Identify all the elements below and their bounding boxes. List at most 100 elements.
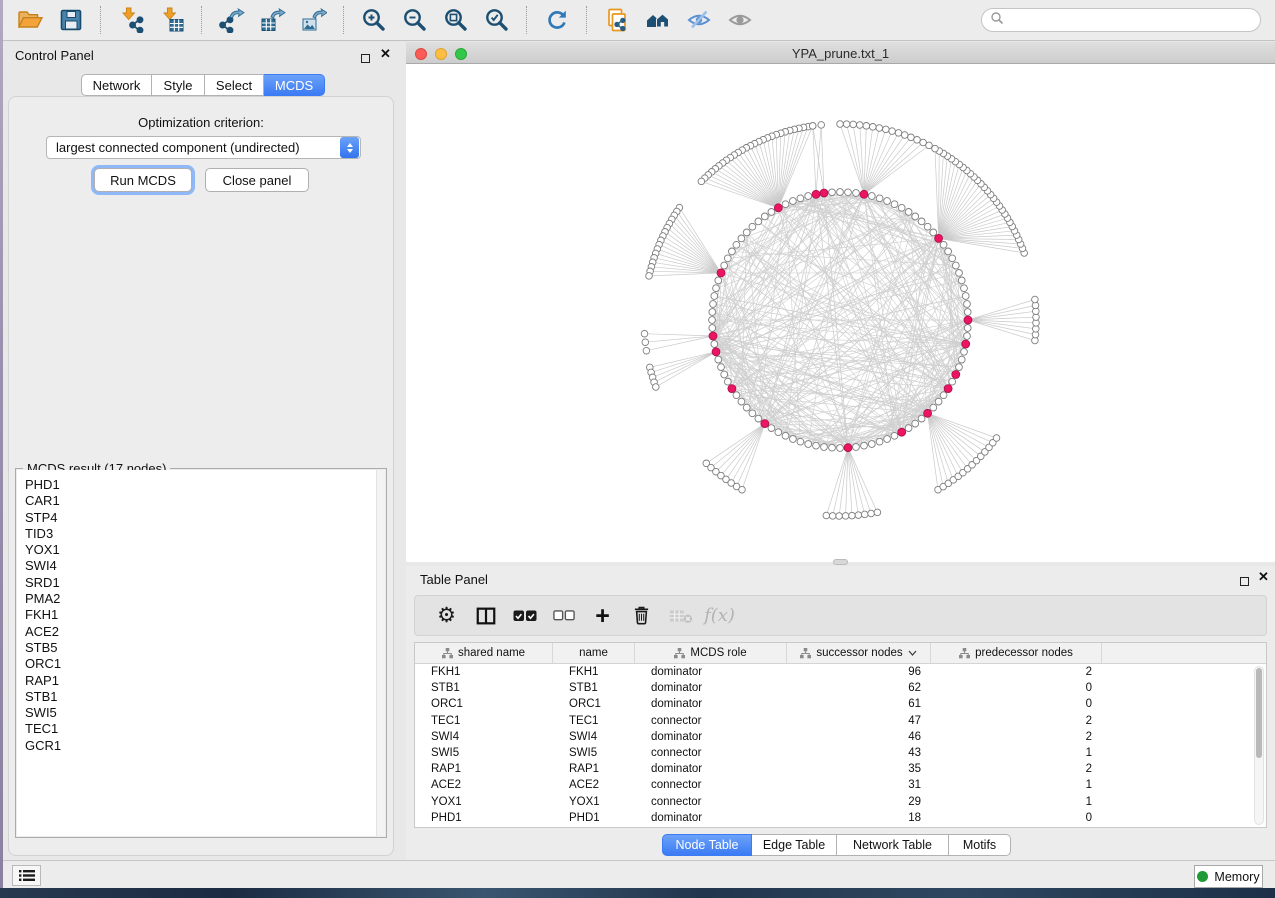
- table-cell[interactable]: dominator: [635, 682, 787, 694]
- table-cell[interactable]: dominator: [635, 763, 787, 775]
- table-cell[interactable]: SWI4: [553, 731, 635, 743]
- table-row[interactable]: RAP1RAP1dominator352: [415, 761, 1266, 777]
- table-cell[interactable]: 1: [931, 796, 1102, 808]
- mcds-list-scrollbar[interactable]: [376, 470, 385, 836]
- mcds-result-item[interactable]: TID3: [25, 526, 385, 542]
- mcds-result-item[interactable]: SRD1: [25, 575, 385, 591]
- table-cell[interactable]: 62: [787, 682, 931, 694]
- table-cell[interactable]: TEC1: [553, 715, 635, 727]
- export-network-button[interactable]: [211, 3, 252, 37]
- zoom-selected-button[interactable]: [476, 3, 517, 37]
- add-row-button[interactable]: +: [583, 599, 622, 633]
- mcds-result-item[interactable]: TEC1: [25, 721, 385, 737]
- mcds-result-item[interactable]: PMA2: [25, 591, 385, 607]
- table-cell[interactable]: dominator: [635, 731, 787, 743]
- table-cell[interactable]: 0: [931, 698, 1102, 710]
- table-cell[interactable]: 43: [787, 747, 931, 759]
- table-cell[interactable]: dominator: [635, 698, 787, 710]
- table-cell[interactable]: STB1: [553, 682, 635, 694]
- table-row[interactable]: FKH1FKH1dominator962: [415, 664, 1266, 680]
- node-table[interactable]: shared namenameMCDS rolesuccessor nodesp…: [414, 642, 1267, 828]
- deselect-all-rows-button[interactable]: [544, 599, 583, 633]
- splitter-handle[interactable]: [833, 559, 848, 565]
- criterion-dropdown[interactable]: largest connected component (undirected): [46, 136, 361, 159]
- search-field[interactable]: [981, 8, 1261, 32]
- table-cell[interactable]: 2: [931, 763, 1102, 775]
- table-cell[interactable]: SWI5: [415, 747, 553, 759]
- mcds-result-item[interactable]: STP4: [25, 510, 385, 526]
- mcds-result-item[interactable]: STB1: [25, 689, 385, 705]
- table-cell[interactable]: ACE2: [415, 779, 553, 791]
- mcds-result-item[interactable]: SWI4: [25, 558, 385, 574]
- table-cell[interactable]: connector: [635, 779, 787, 791]
- table-cell[interactable]: 1: [931, 779, 1102, 791]
- mcds-result-item[interactable]: FKH1: [25, 607, 385, 623]
- table-cell[interactable]: 31: [787, 779, 931, 791]
- table-cell[interactable]: 35: [787, 763, 931, 775]
- network-window-titlebar[interactable]: YPA_prune.txt_1: [406, 42, 1275, 64]
- table-row[interactable]: SWI4SWI4dominator462: [415, 729, 1266, 745]
- toggle-columns-button[interactable]: [466, 599, 505, 633]
- table-cell[interactable]: 0: [931, 812, 1102, 824]
- table-row[interactable]: TEC1TEC1connector472: [415, 713, 1266, 729]
- table-cell[interactable]: STB1: [415, 682, 553, 694]
- table-cell[interactable]: 18: [787, 812, 931, 824]
- table-cell[interactable]: connector: [635, 747, 787, 759]
- table-settings-button[interactable]: ⚙: [427, 599, 466, 633]
- clone-network-button[interactable]: [596, 3, 637, 37]
- table-row[interactable]: ACE2ACE2connector311: [415, 777, 1266, 793]
- open-file-button[interactable]: [9, 3, 50, 37]
- table-cell[interactable]: 96: [787, 666, 931, 678]
- table-cell[interactable]: 29: [787, 796, 931, 808]
- mcds-result-item[interactable]: PHD1: [25, 477, 385, 493]
- control-panel-close-icon[interactable]: ✕: [380, 49, 391, 59]
- table-scrollbar-thumb[interactable]: [1256, 668, 1262, 758]
- zoom-in-button[interactable]: [353, 3, 394, 37]
- table-cell[interactable]: dominator: [635, 666, 787, 678]
- column-header-predecessor-nodes[interactable]: predecessor nodes: [931, 643, 1102, 663]
- save-session-button[interactable]: [50, 3, 91, 37]
- table-cell[interactable]: YOX1: [415, 796, 553, 808]
- table-row[interactable]: SWI5SWI5connector431: [415, 745, 1266, 761]
- mcds-result-item[interactable]: ACE2: [25, 624, 385, 640]
- tab-motifs[interactable]: Motifs: [949, 834, 1011, 856]
- memory-button[interactable]: Memory: [1194, 865, 1263, 888]
- mcds-result-item[interactable]: ORC1: [25, 656, 385, 672]
- table-cell[interactable]: 46: [787, 731, 931, 743]
- table-cell[interactable]: ORC1: [415, 698, 553, 710]
- table-cell[interactable]: FKH1: [415, 666, 553, 678]
- table-cell[interactable]: 61: [787, 698, 931, 710]
- tab-node-table[interactable]: Node Table: [662, 834, 752, 856]
- table-cell[interactable]: connector: [635, 796, 787, 808]
- task-history-button[interactable]: [12, 865, 41, 886]
- table-cell[interactable]: 0: [931, 682, 1102, 694]
- table-cell[interactable]: RAP1: [553, 763, 635, 775]
- table-cell[interactable]: 1: [931, 747, 1102, 759]
- import-table-button[interactable]: [151, 3, 192, 37]
- table-row[interactable]: STB1STB1dominator620: [415, 680, 1266, 696]
- delete-row-button[interactable]: [622, 599, 661, 633]
- network-canvas[interactable]: [406, 64, 1275, 562]
- zoom-fit-button[interactable]: [435, 3, 476, 37]
- export-image-button[interactable]: [293, 3, 334, 37]
- table-cell[interactable]: connector: [635, 715, 787, 727]
- table-cell[interactable]: FKH1: [553, 666, 635, 678]
- table-cell[interactable]: PHD1: [553, 812, 635, 824]
- mcds-result-item[interactable]: YOX1: [25, 542, 385, 558]
- mcds-result-item[interactable]: RAP1: [25, 673, 385, 689]
- column-header-name[interactable]: name: [553, 643, 635, 663]
- hide-selected-button[interactable]: [678, 3, 719, 37]
- zoom-out-button[interactable]: [394, 3, 435, 37]
- search-input[interactable]: [1004, 10, 1260, 30]
- table-cell[interactable]: 2: [931, 731, 1102, 743]
- mcds-result-item[interactable]: GCR1: [25, 738, 385, 754]
- import-network-button[interactable]: [110, 3, 151, 37]
- mcds-result-item[interactable]: CAR1: [25, 493, 385, 509]
- tab-mcds[interactable]: MCDS: [264, 74, 325, 96]
- mcds-result-item[interactable]: STB5: [25, 640, 385, 656]
- tab-network-table[interactable]: Network Table: [837, 834, 949, 856]
- table-cell[interactable]: RAP1: [415, 763, 553, 775]
- show-all-networks-button[interactable]: [637, 3, 678, 37]
- table-cell[interactable]: PHD1: [415, 812, 553, 824]
- column-header-successor-nodes[interactable]: successor nodes: [787, 643, 931, 663]
